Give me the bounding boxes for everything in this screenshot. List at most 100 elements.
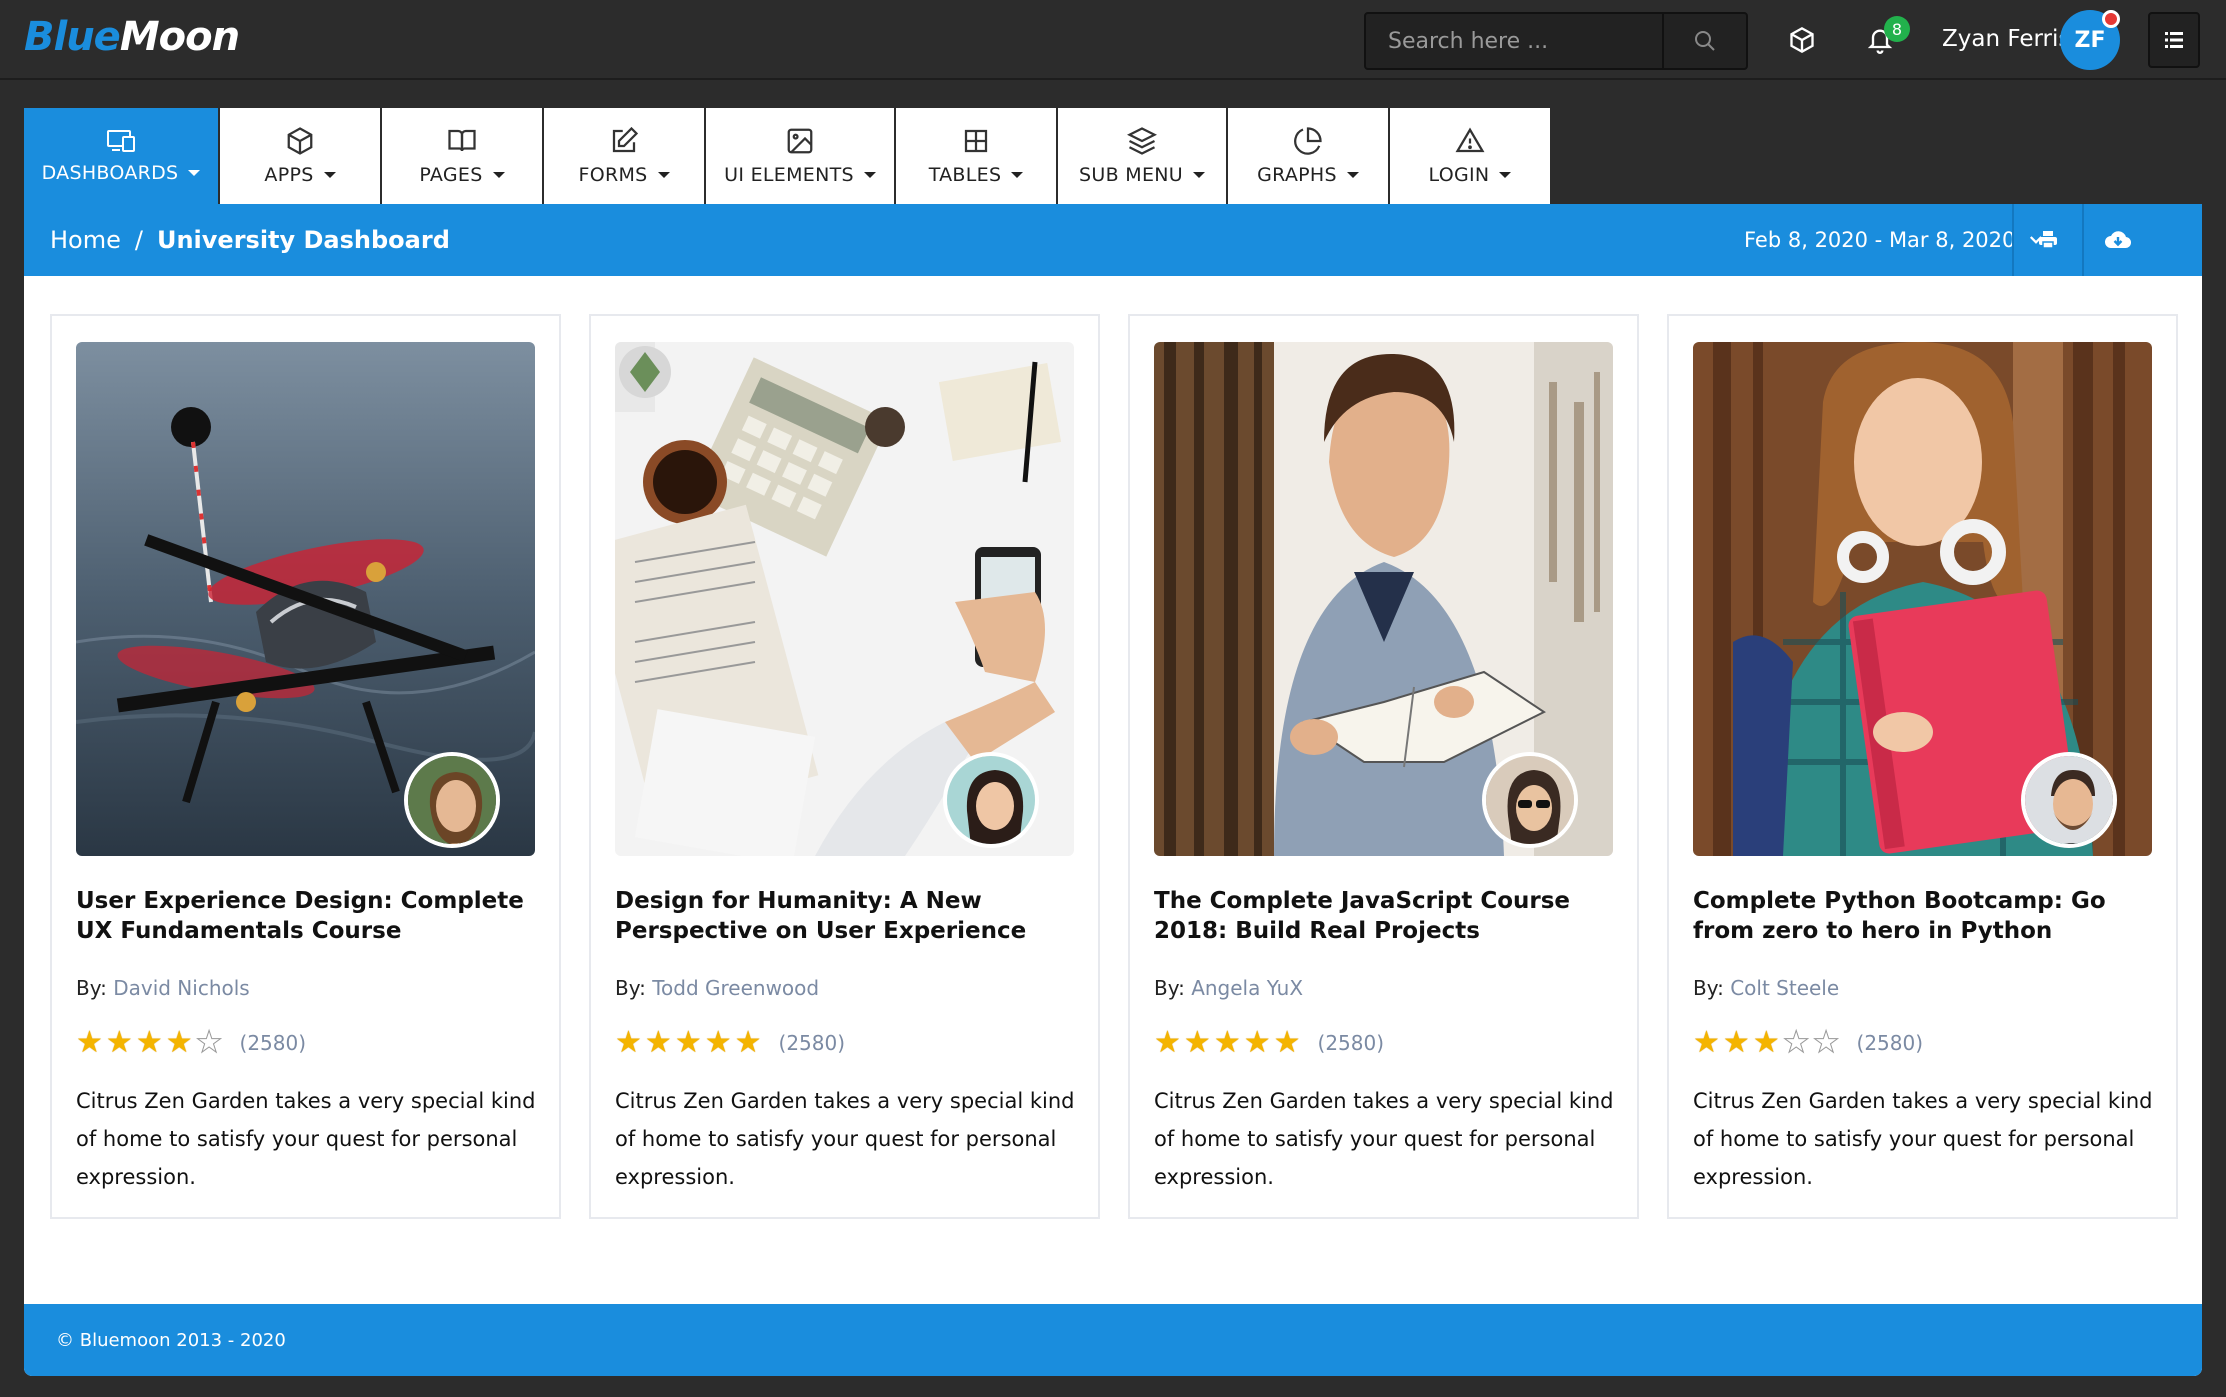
star-filled-icon: ★ bbox=[1752, 1025, 1780, 1060]
edit-icon bbox=[612, 126, 639, 153]
list-icon bbox=[2165, 32, 2183, 48]
nav-label: PAGES bbox=[419, 164, 483, 186]
author-avatar[interactable] bbox=[1482, 752, 1578, 848]
nav-apps[interactable]: APPS bbox=[220, 108, 382, 204]
star-filled-icon: ★ bbox=[1722, 1025, 1750, 1060]
nav-label: UI ELEMENTS bbox=[724, 164, 854, 186]
download-button[interactable] bbox=[2082, 204, 2152, 276]
star-empty-icon: ★ bbox=[1782, 1025, 1810, 1060]
nav-sub-menu[interactable]: SUB MENU bbox=[1058, 108, 1228, 204]
print-button[interactable] bbox=[2012, 204, 2082, 276]
nav-label: FORMS bbox=[578, 164, 648, 186]
nav-ui-elements[interactable]: UI ELEMENTS bbox=[706, 108, 896, 204]
author-link[interactable]: Todd Greenwood bbox=[652, 976, 819, 1000]
course-card[interactable]: Complete Python Bootcamp: Go from zero t… bbox=[1667, 314, 2178, 1219]
course-title[interactable]: User Experience Design: Complete UX Fund… bbox=[76, 886, 538, 946]
star-filled-icon: ★ bbox=[704, 1025, 732, 1060]
course-card[interactable]: User Experience Design: Complete UX Fund… bbox=[50, 314, 561, 1219]
course-description: Citrus Zen Garden takes a very special k… bbox=[1154, 1089, 1614, 1189]
nav-login[interactable]: LOGIN bbox=[1390, 108, 1550, 204]
star-empty-icon: ★ bbox=[1812, 1025, 1840, 1060]
course-description: Citrus Zen Garden takes a very special k… bbox=[1693, 1089, 2153, 1189]
star-filled-icon: ★ bbox=[734, 1025, 762, 1060]
course-title[interactable]: Design for Humanity: A New Perspective o… bbox=[615, 886, 1077, 946]
layers-icon bbox=[1127, 127, 1157, 155]
by-label: By: bbox=[1154, 976, 1185, 1000]
grid-icon bbox=[964, 129, 988, 153]
breadcrumb-separator: / bbox=[134, 226, 143, 254]
author-link[interactable]: Colt Steele bbox=[1730, 976, 1839, 1000]
author-avatar[interactable] bbox=[943, 752, 1039, 848]
search-button[interactable] bbox=[1662, 14, 1746, 68]
logo[interactable]: BlueMoon bbox=[24, 14, 240, 60]
caret-down-icon bbox=[323, 172, 336, 178]
cloud-download-icon bbox=[2105, 231, 2132, 249]
search-input[interactable] bbox=[1366, 14, 1662, 68]
star-filled-icon: ★ bbox=[1273, 1025, 1301, 1060]
pie-chart-icon bbox=[1294, 127, 1322, 155]
nav-label: SUB MENU bbox=[1079, 164, 1183, 186]
nav-label: APPS bbox=[264, 164, 314, 186]
nav-forms[interactable]: FORMS bbox=[544, 108, 706, 204]
author-link[interactable]: Angela YuX bbox=[1191, 976, 1303, 1000]
breadcrumb-bar: Home / University Dashboard Feb 8, 2020 … bbox=[24, 204, 2202, 276]
course-author: By: Angela YuX bbox=[1154, 976, 1303, 1000]
author-avatar[interactable] bbox=[404, 752, 500, 848]
course-title[interactable]: The Complete JavaScript Course 2018: Bui… bbox=[1154, 886, 1616, 946]
course-description: Citrus Zen Garden takes a very special k… bbox=[615, 1089, 1075, 1189]
star-rating: ★ ★ ★ ★ ★ (2580) bbox=[1154, 1028, 1384, 1058]
apps-box-button[interactable] bbox=[1784, 22, 1820, 58]
star-filled-icon: ★ bbox=[1213, 1025, 1241, 1060]
star-empty-icon: ★ bbox=[195, 1025, 223, 1060]
star-filled-icon: ★ bbox=[105, 1025, 133, 1060]
date-range-picker[interactable]: Feb 8, 2020 - Mar 8, 2020 bbox=[1744, 228, 2045, 252]
star-rating: ★ ★ ★ ★ ★ (2580) bbox=[76, 1025, 306, 1060]
main-panel: Home / University Dashboard Feb 8, 2020 … bbox=[24, 204, 2202, 1376]
course-author: By: David Nichols bbox=[76, 976, 250, 1000]
breadcrumb-current: University Dashboard bbox=[156, 226, 450, 254]
caret-down-icon bbox=[1499, 172, 1512, 178]
course-card[interactable]: The Complete JavaScript Course 2018: Bui… bbox=[1128, 314, 1639, 1219]
course-description: Citrus Zen Garden takes a very special k… bbox=[76, 1089, 536, 1189]
rating-count: (2580) bbox=[1856, 1031, 1924, 1055]
menu-toggle-button[interactable] bbox=[2148, 12, 2200, 68]
notification-badge: 8 bbox=[1884, 16, 1910, 42]
nav-label: TABLES bbox=[928, 164, 1002, 186]
breadcrumb-home[interactable]: Home bbox=[50, 226, 121, 254]
nav-tables[interactable]: TABLES bbox=[896, 108, 1058, 204]
star-filled-icon: ★ bbox=[135, 1025, 163, 1060]
star-filled-icon: ★ bbox=[1183, 1025, 1211, 1060]
star-filled-icon: ★ bbox=[76, 1025, 103, 1060]
author-link[interactable]: David Nichols bbox=[113, 976, 250, 1000]
nav-pages[interactable]: PAGES bbox=[382, 108, 544, 204]
author-avatar[interactable] bbox=[2021, 752, 2117, 848]
caret-down-icon bbox=[492, 172, 505, 178]
course-card[interactable]: Design for Humanity: A New Perspective o… bbox=[589, 314, 1100, 1219]
caret-down-icon bbox=[188, 170, 201, 176]
star-filled-icon: ★ bbox=[1154, 1025, 1181, 1060]
date-range-text: Feb 8, 2020 - Mar 8, 2020 bbox=[1744, 228, 2016, 252]
nav-label: GRAPHS bbox=[1257, 164, 1337, 186]
caret-down-icon bbox=[863, 172, 876, 178]
warning-icon bbox=[1455, 127, 1485, 153]
course-author: By: Colt Steele bbox=[1693, 976, 1839, 1000]
course-cards: User Experience Design: Complete UX Fund… bbox=[50, 314, 2178, 1219]
star-rating: ★ ★ ★ ★ ★ (2580) bbox=[1693, 1025, 1924, 1060]
dashboard-icon bbox=[107, 130, 135, 152]
search-box bbox=[1364, 12, 1748, 70]
box-icon bbox=[287, 127, 313, 155]
image-icon bbox=[787, 128, 813, 154]
logo-text-moon: Moon bbox=[119, 14, 240, 60]
print-icon bbox=[2039, 231, 2057, 249]
nav-label: DASHBOARDS bbox=[41, 162, 179, 184]
logo-text-blue: Blue bbox=[24, 14, 121, 60]
course-author: By: Todd Greenwood bbox=[615, 976, 819, 1000]
nav-graphs[interactable]: GRAPHS bbox=[1228, 108, 1390, 204]
course-title[interactable]: Complete Python Bootcamp: Go from zero t… bbox=[1693, 886, 2155, 946]
breadcrumb: Home / University Dashboard bbox=[50, 226, 450, 254]
star-filled-icon: ★ bbox=[1693, 1025, 1720, 1060]
nav-dashboards[interactable]: DASHBOARDS bbox=[24, 108, 220, 204]
top-header: BlueMoon 8 Zyan Ferris ZF bbox=[0, 0, 2226, 80]
user-name[interactable]: Zyan Ferris bbox=[1942, 26, 2070, 52]
copyright-text: © Bluemoon 2013 - 2020 bbox=[56, 1330, 286, 1351]
